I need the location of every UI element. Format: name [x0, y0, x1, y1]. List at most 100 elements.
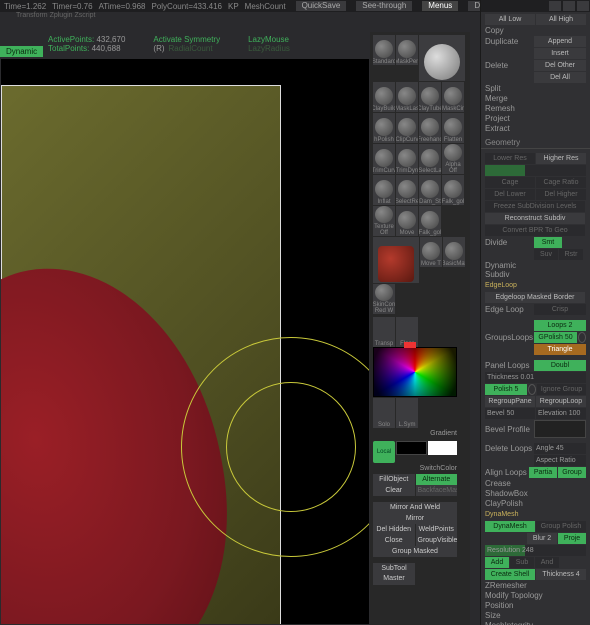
brush-TrimDyn[interactable]: TrimDyn — [396, 144, 418, 174]
double-toggle[interactable]: Doubl — [534, 360, 586, 371]
smt-toggle[interactable]: Smt — [534, 237, 562, 248]
gradient-label[interactable]: Gradient — [373, 428, 457, 439]
regrouploops-button[interactable]: RegroupLoop — [536, 396, 586, 407]
brush-Flatten[interactable]: Flatten — [442, 113, 464, 143]
seethrough-slider[interactable]: See-through — [356, 1, 412, 11]
suv-toggle[interactable]: Suv — [534, 249, 558, 260]
meshintegrity-button[interactable]: MeshIntegrity — [485, 621, 565, 625]
gpolish-slider[interactable]: GPolish 50 — [534, 332, 577, 343]
groupmasked-button[interactable]: Group Masked — [373, 546, 457, 557]
crisp-toggle[interactable]: Crisp — [534, 304, 586, 315]
mirror-weld-button[interactable]: Mirror And Weld — [373, 502, 457, 513]
freeze-subdiv[interactable]: Freeze SubDivision Levels — [485, 201, 585, 212]
blur-slider[interactable]: Blur 2 — [527, 533, 557, 544]
main-color[interactable] — [428, 441, 457, 455]
insert-button[interactable]: Insert — [534, 48, 586, 59]
edgeloop-button[interactable]: Edge Loop — [485, 305, 533, 314]
brush-MaskCir[interactable]: MaskCir — [442, 82, 464, 112]
delall-button[interactable]: Del All — [534, 72, 586, 83]
sub-mode[interactable]: Sub — [510, 557, 534, 568]
dynamic-subdiv[interactable]: Dynamic Subdiv — [485, 261, 533, 279]
createshell-button[interactable]: Create Shell — [485, 569, 535, 580]
brush-SelectRe[interactable]: SelectRe — [396, 175, 418, 205]
alllow-button[interactable]: All Low — [485, 14, 535, 25]
subdiv-slider[interactable] — [485, 165, 586, 176]
aspectratio-slider[interactable]: Aspect Ratio — [534, 455, 586, 466]
backfacemask-button[interactable]: BackfaceMas — [416, 485, 458, 496]
edgeloop-masked-button[interactable]: Edgeloop Masked Border — [485, 292, 585, 303]
thickness2-slider[interactable]: Thickness 4 — [536, 569, 586, 580]
brush-Falk_gol[interactable]: Falk_gol — [442, 175, 464, 205]
weldpoints-button[interactable]: WeldPoints — [416, 524, 458, 535]
panelloops-button[interactable]: Panel Loops — [485, 361, 533, 370]
subtoolmaster-button[interactable]: SubTool Master — [373, 563, 415, 585]
merge-button[interactable]: Merge — [485, 94, 533, 103]
position-button[interactable]: Position — [485, 601, 533, 610]
main-brush-icon[interactable] — [419, 35, 465, 81]
deleteloops-button[interactable]: Delete Loops — [485, 444, 533, 453]
ignoregroups-toggle[interactable]: Ignore Group — [537, 384, 586, 395]
dynamesh-button[interactable]: DynaMesh — [485, 521, 535, 532]
close-icon[interactable] — [577, 1, 589, 11]
polish-slider[interactable]: Polish 5 — [485, 384, 527, 395]
partial-toggle[interactable]: Partia — [529, 467, 557, 478]
brush-SelectLa[interactable]: SelectLa — [419, 144, 441, 174]
brush-MaskLas[interactable]: MaskLas — [396, 82, 418, 112]
del-higher[interactable]: Del Higher — [536, 189, 586, 200]
reconstruct-button[interactable]: Reconstruct Subdiv — [485, 213, 585, 224]
dynamesh-header[interactable]: DynaMesh — [485, 509, 586, 520]
brush-TrimCurv[interactable]: TrimCurv — [373, 144, 395, 174]
duplicate-button[interactable]: Duplicate — [485, 37, 533, 46]
delhidden-button[interactable]: Del Hidden — [373, 524, 415, 535]
bevelprofile-label[interactable]: Bevel Profile — [485, 425, 533, 434]
cage-l[interactable]: Cage — [485, 177, 535, 188]
shadowbox-button[interactable]: ShadowBox — [485, 489, 533, 498]
color-picker[interactable] — [373, 347, 457, 397]
brush-ClayTube[interactable]: ClayTube — [419, 82, 441, 112]
groupvisible-button[interactable]: GroupVisible — [416, 535, 458, 546]
modifytopology-button[interactable]: Modify Topology — [485, 591, 565, 600]
brush-Texture Off[interactable]: Texture Off — [373, 206, 395, 236]
convert-bpr[interactable]: Convert BPR To Geo — [485, 225, 585, 236]
rstr-toggle[interactable]: Rstr — [559, 249, 583, 260]
brush-Falk_gol[interactable]: Falk_gol — [419, 206, 441, 236]
extract-button[interactable]: Extract — [485, 124, 533, 133]
zremesher-button[interactable]: ZRemesher — [485, 581, 533, 590]
resolution-slider[interactable]: Resolution 248 — [485, 545, 586, 556]
thickness-slider[interactable]: Thickness 0.01 — [485, 372, 586, 383]
brush-Standard[interactable]: Standard — [373, 35, 395, 65]
lazy-radius[interactable]: LazyRadius — [248, 44, 290, 53]
project-button[interactable]: Project — [485, 114, 533, 123]
group-toggle[interactable]: Group — [558, 467, 586, 478]
brush-SkinCon Red W[interactable]: SkinCon Red W — [373, 284, 395, 314]
closeholes-button[interactable]: Close Holes — [373, 535, 415, 546]
lazymouse[interactable]: LazyMouse — [248, 35, 289, 44]
activate-symmetry[interactable]: Activate Symmetry — [153, 35, 220, 44]
brush-Inflat[interactable]: Inflat — [373, 175, 395, 205]
lowerres-button[interactable]: Lower Res — [485, 153, 535, 164]
del-lower[interactable]: Del Lower — [485, 189, 535, 200]
radial-count[interactable]: RadialCount — [169, 44, 213, 53]
delother-button[interactable]: Del Other — [534, 60, 586, 71]
dynamic-button[interactable]: Dynamic — [0, 46, 43, 57]
bevel-slider[interactable]: Bevel 50 — [485, 408, 535, 419]
angle-slider[interactable]: Angle 45 — [534, 443, 586, 454]
project-toggle[interactable]: Proje — [558, 533, 586, 544]
brush-Move[interactable]: Move — [396, 206, 418, 236]
elevation-slider[interactable]: Elevation 100 — [536, 408, 586, 419]
cage-r[interactable]: Cage Ratio — [536, 177, 586, 188]
brush-ClayBuild[interactable]: ClayBuild — [373, 82, 395, 112]
and-mode[interactable]: And — [535, 557, 559, 568]
higherres-button[interactable]: Higher Res — [536, 153, 586, 164]
lsym-toggle[interactable]: L.Sym — [396, 398, 418, 428]
brush-Move T[interactable]: Move T — [420, 237, 442, 267]
delete-button[interactable]: Delete — [485, 61, 533, 70]
split-button[interactable]: Split — [485, 84, 533, 93]
menus-button[interactable]: Menus — [422, 1, 458, 11]
alignloops-button[interactable]: Align Loops — [485, 468, 528, 477]
loops-slider[interactable]: Loops 2 — [534, 320, 586, 331]
claypolish-button[interactable]: ClayPolish — [485, 499, 533, 508]
alternate-button[interactable]: Alternate — [416, 474, 458, 485]
solo-toggle[interactable]: Solo — [373, 398, 395, 428]
clear-button[interactable]: Clear — [373, 485, 415, 496]
